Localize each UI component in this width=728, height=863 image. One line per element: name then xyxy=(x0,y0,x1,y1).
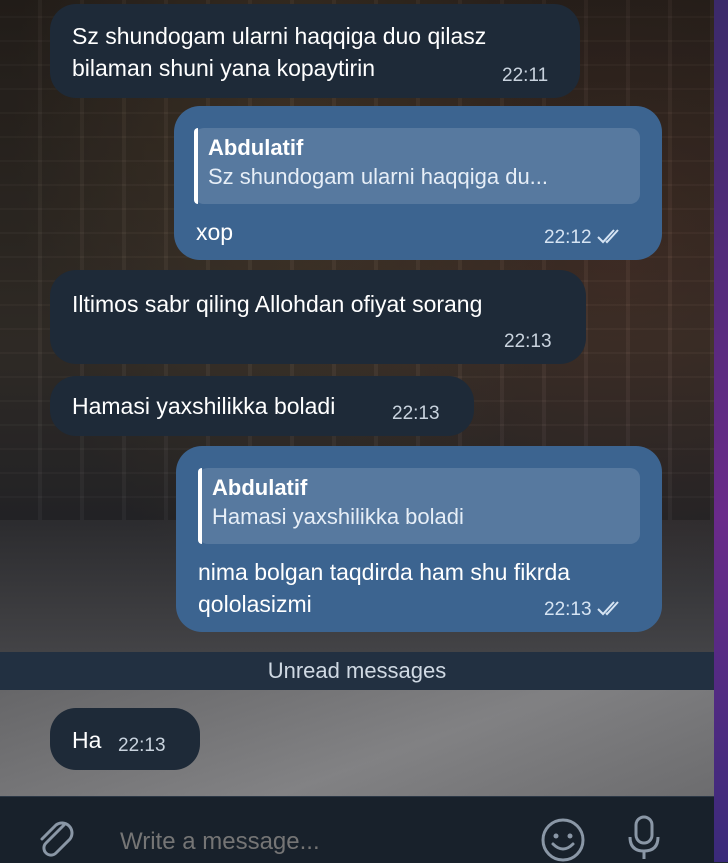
message-incoming[interactable]: Ha 22:13 xyxy=(50,708,200,770)
message-text: bilaman shuni yana kopaytirin xyxy=(72,55,376,81)
message-incoming[interactable]: Sz shundogam ularni haqqiga duo qilasz b… xyxy=(50,4,580,98)
reply-text: Sz shundogam ularni haqqiga du... xyxy=(208,164,549,189)
message-time: 22:13 xyxy=(118,735,166,756)
paperclip-icon[interactable] xyxy=(34,815,80,861)
microphone-icon[interactable] xyxy=(624,815,664,861)
message-time: 22:12 xyxy=(544,222,624,254)
message-input[interactable] xyxy=(118,827,502,857)
message-text: Hamasi yaxshilikka boladi xyxy=(72,393,336,419)
message-text: Iltimos sabr qiling Allohdan ofiyat sora… xyxy=(72,291,483,317)
message-text: xop xyxy=(196,219,234,245)
message-text: Sz shundogam ularni haqqiga duo qilasz xyxy=(72,23,487,49)
message-outgoing[interactable]: Abdulatif Hamasi yaxshilikka boladi nima… xyxy=(176,446,662,632)
double-check-icon xyxy=(596,229,619,244)
message-time: 22:11 xyxy=(502,65,549,86)
message-text: Ha xyxy=(72,727,102,753)
reply-author: Abdulatif xyxy=(208,135,304,160)
message-time: 22:13 xyxy=(392,403,440,424)
message-text: nima bolgan taqdirda ham shu fikrda xyxy=(198,559,571,585)
reply-quote[interactable]: Abdulatif Hamasi yaxshilikka boladi xyxy=(198,468,640,544)
message-time: 22:13 xyxy=(544,594,624,626)
reply-text: Hamasi yaxshilikka boladi xyxy=(212,504,464,529)
double-check-icon xyxy=(596,601,619,616)
emoji-icon[interactable] xyxy=(540,817,586,863)
message-text: qololasizmi xyxy=(198,591,312,617)
message-time-label: 22:13 xyxy=(544,599,592,620)
message-incoming[interactable]: Iltimos sabr qiling Allohdan ofiyat sora… xyxy=(50,270,586,364)
window-edge xyxy=(714,0,728,862)
message-outgoing[interactable]: Abdulatif Sz shundogam ularni haqqiga du… xyxy=(174,106,662,260)
message-incoming[interactable]: Hamasi yaxshilikka boladi 22:13 xyxy=(50,376,474,436)
message-time-label: 22:12 xyxy=(544,227,592,248)
message-composer xyxy=(0,796,714,863)
unread-messages-divider: Unread messages xyxy=(0,652,714,690)
message-time: 22:13 xyxy=(504,331,552,352)
reply-quote[interactable]: Abdulatif Sz shundogam ularni haqqiga du… xyxy=(194,128,640,204)
reply-author: Abdulatif xyxy=(212,475,308,500)
